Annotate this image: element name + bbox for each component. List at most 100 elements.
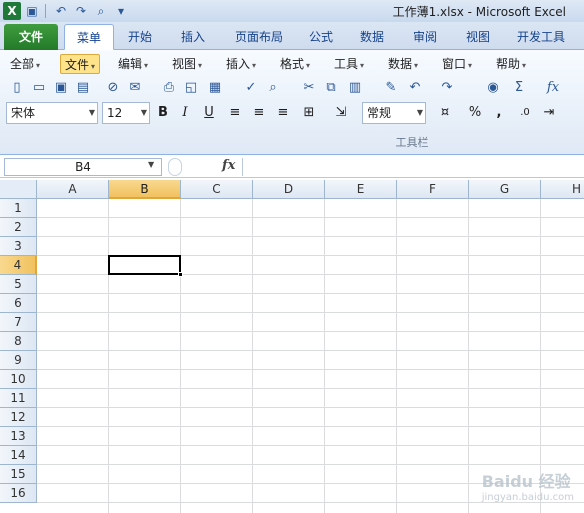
permission-icon[interactable]: ⊘ bbox=[104, 79, 122, 97]
row-header[interactable]: 3 bbox=[0, 237, 37, 256]
align-center-icon[interactable]: ≡ bbox=[250, 104, 268, 122]
column-header[interactable]: D bbox=[253, 180, 325, 199]
row-header[interactable]: 12 bbox=[0, 408, 37, 427]
row-header[interactable]: 4 bbox=[0, 256, 37, 275]
print-preview-icon[interactable]: ◱ bbox=[182, 79, 200, 97]
font-size-select[interactable]: 12 ▼ bbox=[102, 102, 150, 124]
insert-function-icon[interactable]: fx bbox=[544, 79, 562, 97]
undo-icon[interactable]: ↶ bbox=[52, 2, 70, 20]
row-header[interactable]: 13 bbox=[0, 427, 37, 446]
email-icon[interactable]: ✉ bbox=[126, 79, 144, 97]
menu-item-1[interactable]: 文件 ▾ bbox=[60, 54, 101, 74]
row-header[interactable]: 14 bbox=[0, 446, 37, 465]
print-icon[interactable]: ⎙ bbox=[160, 79, 178, 97]
percent-button[interactable]: % bbox=[466, 104, 484, 122]
chevron-down-icon[interactable]: ▼ bbox=[148, 160, 154, 169]
row-header[interactable]: 2 bbox=[0, 218, 37, 237]
currency-icon[interactable]: ¤ bbox=[436, 104, 454, 122]
align-right-icon[interactable]: ≡ bbox=[274, 104, 292, 122]
menu-item-5[interactable]: 格式 ▾ bbox=[276, 54, 314, 74]
row-header[interactable]: 9 bbox=[0, 351, 37, 370]
menu-item-4[interactable]: 插入 ▾ bbox=[222, 54, 260, 74]
select-all-corner[interactable] bbox=[0, 180, 37, 199]
indent-icon[interactable]: ⇥ bbox=[540, 104, 558, 122]
open-folder-icon[interactable]: ▭ bbox=[30, 79, 48, 97]
paste-icon[interactable]: ▥ bbox=[346, 79, 364, 97]
menu-item-6[interactable]: 工具 ▾ bbox=[330, 54, 368, 74]
tab-6[interactable]: 数据 bbox=[348, 24, 396, 50]
italic-button[interactable]: I bbox=[176, 104, 194, 122]
save-icon[interactable]: ▣ bbox=[52, 79, 70, 97]
undo-icon[interactable]: ↶ bbox=[406, 79, 424, 97]
toolbar-group-caption: 工具栏 bbox=[395, 136, 429, 149]
tab-3[interactable]: 插入 bbox=[168, 24, 218, 50]
comma-style-button[interactable]: , bbox=[490, 104, 508, 122]
menu-item-7[interactable]: 数据 ▾ bbox=[384, 54, 422, 74]
hyperlink-icon[interactable]: ◉ bbox=[484, 79, 502, 97]
merge-center-icon[interactable]: ⊞ bbox=[300, 104, 318, 122]
fill-handle[interactable] bbox=[178, 272, 183, 277]
window-title: 工作薄1.xlsx - Microsoft Excel bbox=[392, 5, 566, 19]
menu-item-0[interactable]: 全部 ▾ bbox=[6, 54, 44, 74]
align-left-icon[interactable]: ≡ bbox=[226, 104, 244, 122]
tab-4[interactable]: 页面布局 bbox=[224, 24, 294, 50]
tab-9[interactable]: 开发工具 bbox=[508, 24, 574, 50]
menu-item-8[interactable]: 窗口 ▾ bbox=[438, 54, 476, 74]
row-header[interactable]: 10 bbox=[0, 370, 37, 389]
formula-input[interactable] bbox=[242, 158, 582, 176]
active-cell[interactable] bbox=[108, 255, 183, 277]
binoculars-icon[interactable]: ⌕ bbox=[92, 2, 110, 20]
row-header[interactable]: 5 bbox=[0, 275, 37, 294]
chevron-down-icon: ▾ bbox=[360, 61, 365, 70]
increase-decimal-icon[interactable]: .0 bbox=[516, 104, 534, 122]
new-file-icon[interactable]: ▯ bbox=[8, 79, 26, 97]
menu-item-label: 插入 bbox=[226, 57, 251, 71]
wrap-text-icon[interactable]: ⇲ bbox=[332, 104, 350, 122]
copy-icon[interactable]: ⧉ bbox=[322, 79, 340, 97]
save-as-icon[interactable]: ▤ bbox=[74, 79, 92, 97]
redo-icon[interactable]: ↷ bbox=[72, 2, 90, 20]
spelling-icon[interactable]: ✓ bbox=[242, 79, 260, 97]
page-setup-icon[interactable]: ▦ bbox=[206, 79, 224, 97]
font-name-select[interactable]: 宋体 ▼ bbox=[6, 102, 98, 124]
column-header[interactable]: H bbox=[541, 180, 584, 199]
format-painter-icon[interactable]: ✎ bbox=[382, 79, 400, 97]
insert-function-icon[interactable]: fx bbox=[222, 158, 235, 173]
worksheet-grid: A B C D E F G H 1 2 3 4 5 6 7 8 9 10 11 12 13 14 15 16 bbox=[0, 180, 584, 513]
row-header[interactable]: 16 bbox=[0, 484, 37, 503]
column-header[interactable]: C bbox=[181, 180, 253, 199]
row-header[interactable]: 15 bbox=[0, 465, 37, 484]
save-icon[interactable]: ▣ bbox=[23, 2, 41, 20]
redo-icon[interactable]: ↷ bbox=[438, 79, 456, 97]
column-header[interactable]: B bbox=[109, 180, 181, 199]
row-header[interactable]: 11 bbox=[0, 389, 37, 408]
customize-quick-access-icon[interactable]: ▾ bbox=[112, 2, 130, 20]
cut-icon[interactable]: ✂ bbox=[300, 79, 318, 97]
research-icon[interactable]: ⌕ bbox=[264, 79, 282, 97]
tab-8[interactable]: 视图 bbox=[454, 24, 502, 50]
bold-button[interactable]: B bbox=[154, 104, 172, 122]
name-box[interactable]: B4 bbox=[4, 158, 162, 176]
menu-item-9[interactable]: 帮助 ▾ bbox=[492, 54, 530, 74]
number-format-select[interactable]: 常规 ▼ bbox=[362, 102, 426, 124]
row-header[interactable]: 6 bbox=[0, 294, 37, 313]
autosum-icon[interactable]: Σ bbox=[510, 79, 528, 97]
column-header[interactable]: E bbox=[325, 180, 397, 199]
menu-item-2[interactable]: 编辑 ▾ bbox=[114, 54, 152, 74]
tab-5[interactable]: 公式 bbox=[300, 24, 342, 50]
column-header[interactable]: F bbox=[397, 180, 469, 199]
cell-area[interactable] bbox=[37, 199, 584, 513]
column-header[interactable]: G bbox=[469, 180, 541, 199]
formula-bar-grip[interactable] bbox=[168, 158, 182, 176]
tab-0[interactable]: 文件 bbox=[4, 24, 58, 50]
column-header[interactable]: A bbox=[37, 180, 109, 199]
tab-1[interactable]: 菜单 bbox=[64, 24, 114, 50]
row-header[interactable]: 1 bbox=[0, 199, 37, 218]
tab-7[interactable]: 审阅 bbox=[402, 24, 448, 50]
excel-app-icon[interactable]: X bbox=[3, 2, 21, 20]
underline-button[interactable]: U bbox=[200, 104, 218, 122]
menu-item-3[interactable]: 视图 ▾ bbox=[168, 54, 206, 74]
tab-2[interactable]: 开始 bbox=[118, 24, 162, 50]
row-header[interactable]: 8 bbox=[0, 332, 37, 351]
row-header[interactable]: 7 bbox=[0, 313, 37, 332]
